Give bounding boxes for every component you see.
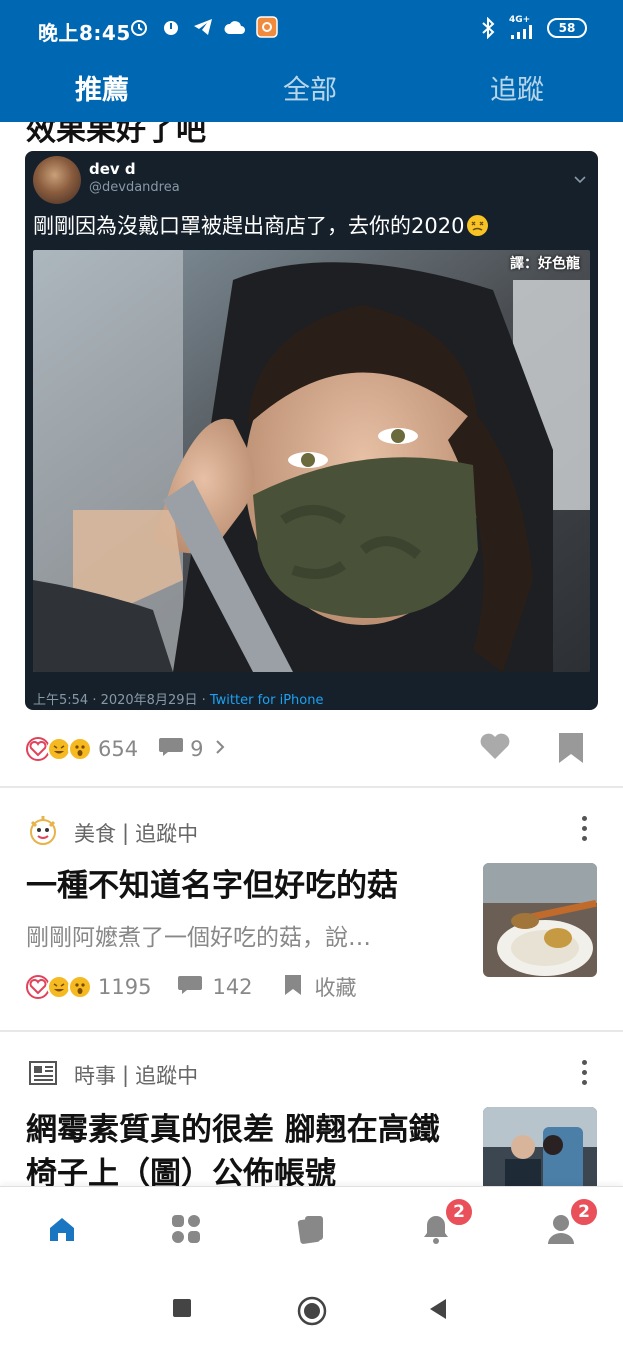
status-bar: 晚上8:45 4G+ 58 xyxy=(0,0,623,58)
tweet-photo: 譯：好色龍 xyxy=(33,250,590,672)
recents-button[interactable] xyxy=(172,1298,192,1322)
post-title-clipped-container: 效果果好了吧 xyxy=(0,122,623,148)
header-separator: | xyxy=(122,821,130,845)
alarm-icon xyxy=(128,16,150,38)
comment-icon[interactable] xyxy=(158,736,184,762)
system-nav-bar xyxy=(0,1274,623,1350)
translator-credit: 譯：好色龍 xyxy=(510,256,580,272)
cards-icon xyxy=(295,1213,327,1249)
bluetooth-icon xyxy=(477,16,499,39)
post-card[interactable]: 美食 | 追蹤中 一種不知道名字但好吃的菇 剛剛阿嬤煮了一個好吃的菇，說… 11… xyxy=(0,788,623,1030)
cloud-icon xyxy=(224,16,246,38)
more-options-icon[interactable] xyxy=(579,1060,589,1090)
profile-badge: 2 xyxy=(569,1197,599,1227)
status-time: 晚上8:45 xyxy=(38,21,131,45)
tweet-text-content: 剛剛因為沒戴口罩被趕出商店了，去你的2020 xyxy=(33,214,465,238)
nav-notifications[interactable]: 2 xyxy=(416,1197,474,1251)
post-card[interactable]: 時事 | 追蹤中 網霉素質真的很差 腳翹在高鐵椅子上（圖）公佈帳號 xyxy=(0,1032,623,1186)
telegram-icon xyxy=(192,16,214,38)
battery-icon: 58 xyxy=(547,17,587,38)
tweet-time: 上午5:54 · 2020年8月29日 · xyxy=(33,693,210,708)
tab-following[interactable]: 追蹤 xyxy=(490,68,544,107)
chevron-right-icon[interactable] xyxy=(215,739,225,759)
wow-reaction-icon xyxy=(68,975,92,999)
nav-profile[interactable]: 2 xyxy=(541,1197,599,1251)
alarm-clock-icon xyxy=(160,16,182,38)
status-system-icons: 4G+ 58 xyxy=(477,16,587,39)
food-board-icon[interactable] xyxy=(26,814,60,852)
post-header: 時事 | 追蹤中 xyxy=(26,1058,198,1092)
post-thumbnail[interactable] xyxy=(483,863,597,977)
tweet-author-handle: @devdandrea xyxy=(89,180,180,195)
tweet-meta: 上午5:54 · 2020年8月29日 · Twitter for iPhone xyxy=(33,689,323,708)
nav-boards[interactable] xyxy=(166,1211,206,1251)
tab-all[interactable]: 全部 xyxy=(283,68,337,107)
reaction-count: 654 xyxy=(98,737,139,761)
tweet-screenshot[interactable]: dev d @devdandrea 剛剛因為沒戴口罩被趕出商店了，去你的2020 xyxy=(25,151,598,710)
top-bar: 晚上8:45 4G+ 58 推薦 全部 追蹤 xyxy=(0,0,623,122)
tweet-text: 剛剛因為沒戴口罩被趕出商店了，去你的2020 xyxy=(33,210,489,240)
tweet-author-name: dev d xyxy=(89,160,136,178)
nav-cards[interactable] xyxy=(291,1211,331,1251)
home-icon xyxy=(47,1214,77,1248)
more-options-icon[interactable] xyxy=(579,816,589,846)
nav-home[interactable] xyxy=(42,1211,82,1251)
dizzy-face-emoji-icon xyxy=(467,215,489,236)
tweet-source: Twitter for iPhone xyxy=(209,693,324,708)
feed-tabs: 推薦 全部 追蹤 xyxy=(0,58,623,122)
post-title[interactable]: 網霉素質真的很差 腳翹在高鐵椅子上（圖）公佈帳號 xyxy=(26,1108,456,1186)
bookmark-icon[interactable] xyxy=(283,973,303,1001)
post-title-clipped[interactable]: 效果果好了吧 xyxy=(26,122,206,148)
news-board-icon[interactable] xyxy=(26,1058,60,1092)
back-button[interactable] xyxy=(428,1298,448,1324)
post-header: 美食 | 追蹤中 xyxy=(26,814,198,852)
post-stats: 1195 142 收藏 xyxy=(26,972,357,1002)
post-title[interactable]: 一種不知道名字但好吃的菇 xyxy=(26,864,456,908)
notification-badge: 2 xyxy=(444,1197,474,1227)
signal-icon: 4G+ xyxy=(509,16,537,39)
post-stats: 654 9 xyxy=(26,733,225,765)
bookmark-button[interactable] xyxy=(557,731,585,769)
follow-status[interactable]: 追蹤中 xyxy=(135,1060,198,1090)
header-separator: | xyxy=(122,1063,130,1087)
wow-reaction-icon xyxy=(68,737,92,761)
tweet-avatar xyxy=(33,156,81,204)
reaction-icons[interactable] xyxy=(26,975,92,999)
home-button[interactable] xyxy=(297,1296,327,1330)
comment-count: 142 xyxy=(212,975,253,999)
chevron-down-icon xyxy=(574,169,586,188)
comment-count: 9 xyxy=(190,737,204,761)
follow-status[interactable]: 追蹤中 xyxy=(135,818,198,848)
comment-icon[interactable] xyxy=(177,974,203,1000)
save-label[interactable]: 收藏 xyxy=(315,972,357,1002)
board-name[interactable]: 美食 xyxy=(74,818,116,848)
bottom-nav: 2 2 xyxy=(0,1186,623,1274)
reaction-count: 1195 xyxy=(98,975,152,999)
status-notification-icons xyxy=(128,16,278,38)
app-notification-icon xyxy=(256,16,278,38)
reaction-icons[interactable] xyxy=(26,737,92,761)
board-name[interactable]: 時事 xyxy=(74,1060,116,1090)
grid-icon xyxy=(170,1213,202,1249)
post-excerpt[interactable]: 剛剛阿嬤煮了一個好吃的菇，說… xyxy=(26,918,466,952)
tab-recommended[interactable]: 推薦 xyxy=(75,68,129,107)
like-button[interactable] xyxy=(478,731,512,765)
post-thumbnail[interactable] xyxy=(483,1107,597,1186)
